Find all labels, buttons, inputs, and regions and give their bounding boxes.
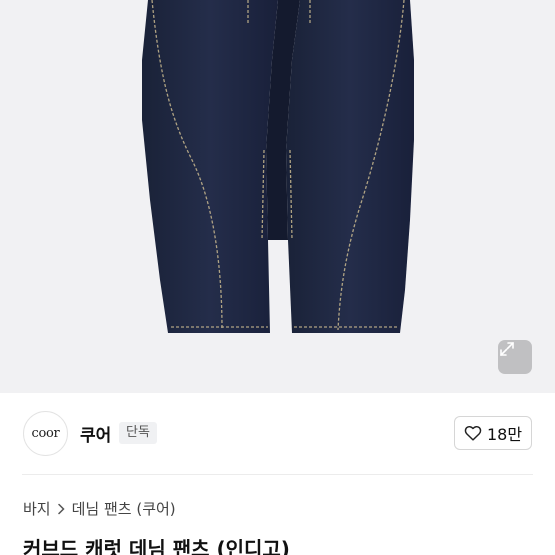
exclusive-badge: 단독 (119, 422, 157, 444)
expand-image-button[interactable] (498, 340, 532, 374)
chevron-right-icon (57, 503, 66, 515)
like-count: 18만 (486, 425, 523, 444)
product-image[interactable] (0, 0, 555, 393)
brand-logo[interactable]: coor (23, 411, 68, 456)
breadcrumb: 바지 데님 팬츠 (쿠어) (23, 498, 176, 519)
expand-icon (500, 342, 514, 356)
divider (22, 474, 533, 475)
brand-logo-text: coor (31, 426, 60, 441)
breadcrumb-category[interactable]: 바지 (23, 498, 51, 519)
like-button[interactable]: 18만 (454, 416, 532, 450)
heart-icon (464, 425, 482, 441)
denim-pants-illustration (142, 0, 414, 333)
breadcrumb-subcategory[interactable]: 데님 팬츠 (쿠어) (72, 498, 176, 519)
product-title: 커브드 캐럿 데님 팬츠 (인디고) (23, 537, 290, 555)
brand-name[interactable]: 쿠어 (80, 421, 111, 446)
brand-section: coor 쿠어 단독 18만 (0, 393, 555, 473)
